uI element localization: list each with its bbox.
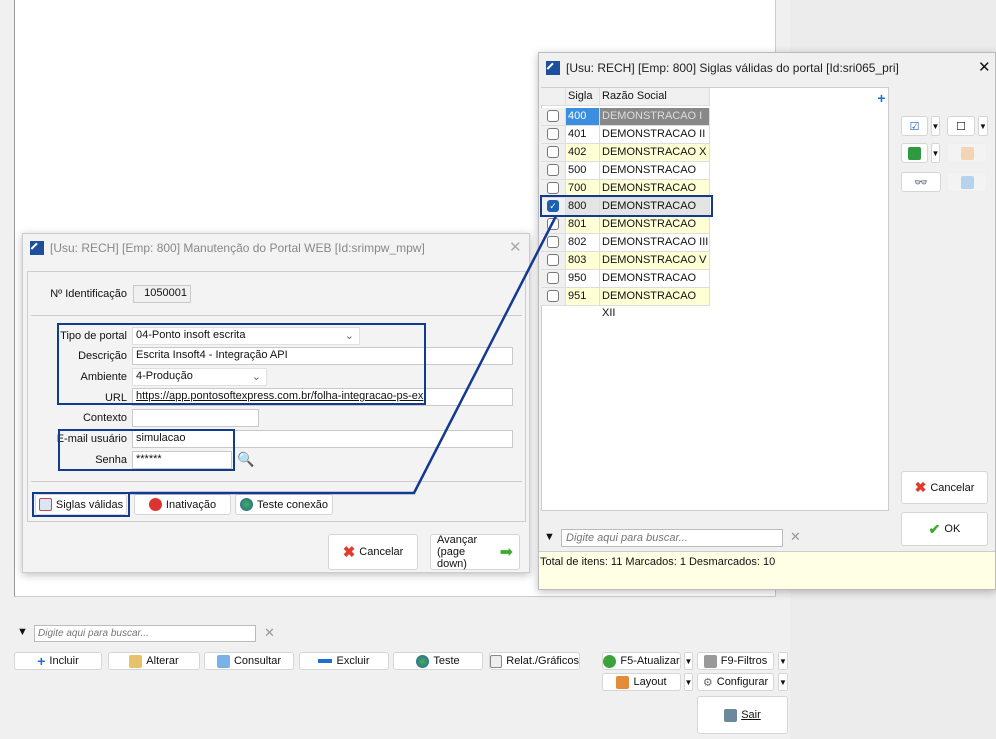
- connector-line: [130, 215, 558, 495]
